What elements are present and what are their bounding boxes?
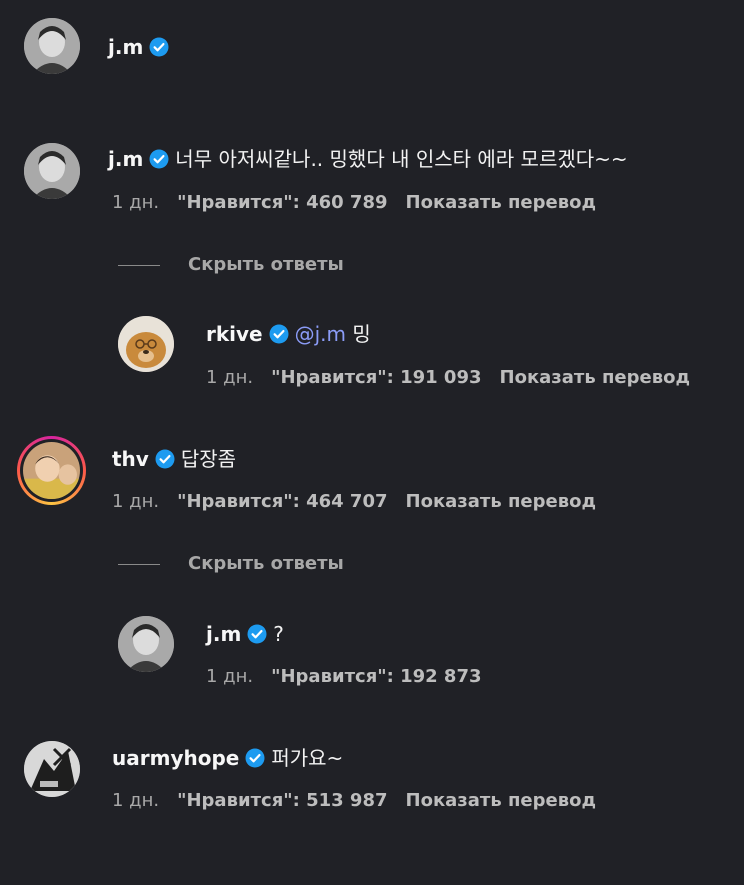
reply-1-body: rkive @j.m 밍 [206, 321, 371, 347]
likes-count[interactable]: "Нравится": 460 789 [177, 192, 387, 214]
likes-count[interactable]: "Нравится": 513 987 [177, 790, 387, 812]
header-username[interactable]: j.m [108, 35, 143, 59]
comment-time: 1 дн. [112, 790, 160, 811]
avatar-comment-1[interactable] [24, 143, 80, 199]
show-translation-button[interactable]: Показать перевод [406, 790, 597, 812]
comment-time: 1 дн. [112, 192, 160, 213]
avatar-header-jm[interactable] [24, 18, 80, 74]
comment-2-body: thv 답장좀 [112, 446, 236, 472]
likes-count[interactable]: "Нравится": 191 093 [271, 367, 481, 389]
header-username-row: j.m [108, 34, 175, 60]
avatar-comment-2 [23, 442, 80, 499]
comment-username[interactable]: j.m [108, 147, 143, 171]
avatar-comment-3[interactable] [24, 741, 80, 797]
likes-count[interactable]: "Нравится": 192 873 [271, 666, 481, 688]
show-translation-button[interactable]: Показать перевод [500, 367, 691, 389]
show-translation-button[interactable]: Показать перевод [406, 491, 597, 513]
comment-username[interactable]: uarmyhope [112, 746, 239, 770]
avatar-reply-jm[interactable] [118, 616, 174, 672]
reply-username[interactable]: rkive [206, 322, 263, 346]
divider-line [118, 563, 160, 565]
verified-badge-icon [155, 449, 175, 469]
comment-text: 답장좀 [180, 447, 237, 471]
mention-link[interactable]: @j.m [295, 322, 346, 346]
comment-1-body: j.m 너무 아저씨같나.. 밍했다 내 인스타 에라 모르겠다~~ [108, 146, 628, 172]
comment-text: 퍼가요~ [271, 746, 344, 770]
show-translation-button[interactable]: Показать перевод [406, 192, 597, 214]
avatar-comment-2-story-ring[interactable] [17, 436, 86, 505]
reply-text: ? [273, 622, 284, 646]
reply-text: 밍 [352, 322, 371, 346]
verified-badge-icon [245, 748, 265, 768]
hide-replies-label: Скрыть ответы [188, 254, 344, 275]
hide-replies-button[interactable]: Скрыть ответы [118, 553, 344, 574]
reply-2-meta: 1 дн. "Нравится": 192 873 [206, 666, 500, 688]
comment-3-body: uarmyhope 퍼가요~ [112, 745, 343, 771]
comment-text: 너무 아저씨같나.. 밍했다 내 인스타 에라 모르겠다~~ [175, 147, 628, 171]
avatar-ring-gap [20, 439, 83, 502]
reply-time: 1 дн. [206, 367, 254, 388]
verified-badge-icon [149, 37, 169, 57]
reply-username[interactable]: j.m [206, 622, 241, 646]
verified-badge-icon [269, 324, 289, 344]
comment-username[interactable]: thv [112, 447, 149, 471]
reply-1-meta: 1 дн. "Нравится": 191 093 Показать перевод [206, 367, 708, 389]
comment-2-meta: 1 дн. "Нравится": 464 707 Показать перевод [112, 491, 614, 513]
avatar-reply-rkive[interactable] [118, 316, 174, 372]
comment-3-meta: 1 дн. "Нравится": 513 987 Показать перевод [112, 790, 614, 812]
hide-replies-label: Скрыть ответы [188, 553, 344, 574]
hide-replies-button[interactable]: Скрыть ответы [118, 254, 344, 275]
comment-1-meta: 1 дн. "Нравится": 460 789 Показать перевод [112, 192, 614, 214]
reply-time: 1 дн. [206, 666, 254, 687]
comment-time: 1 дн. [112, 491, 160, 512]
likes-count[interactable]: "Нравится": 464 707 [177, 491, 387, 513]
divider-line [118, 264, 160, 266]
verified-badge-icon [149, 149, 169, 169]
reply-2-body: j.m? [206, 621, 284, 647]
verified-badge-icon [247, 624, 267, 644]
